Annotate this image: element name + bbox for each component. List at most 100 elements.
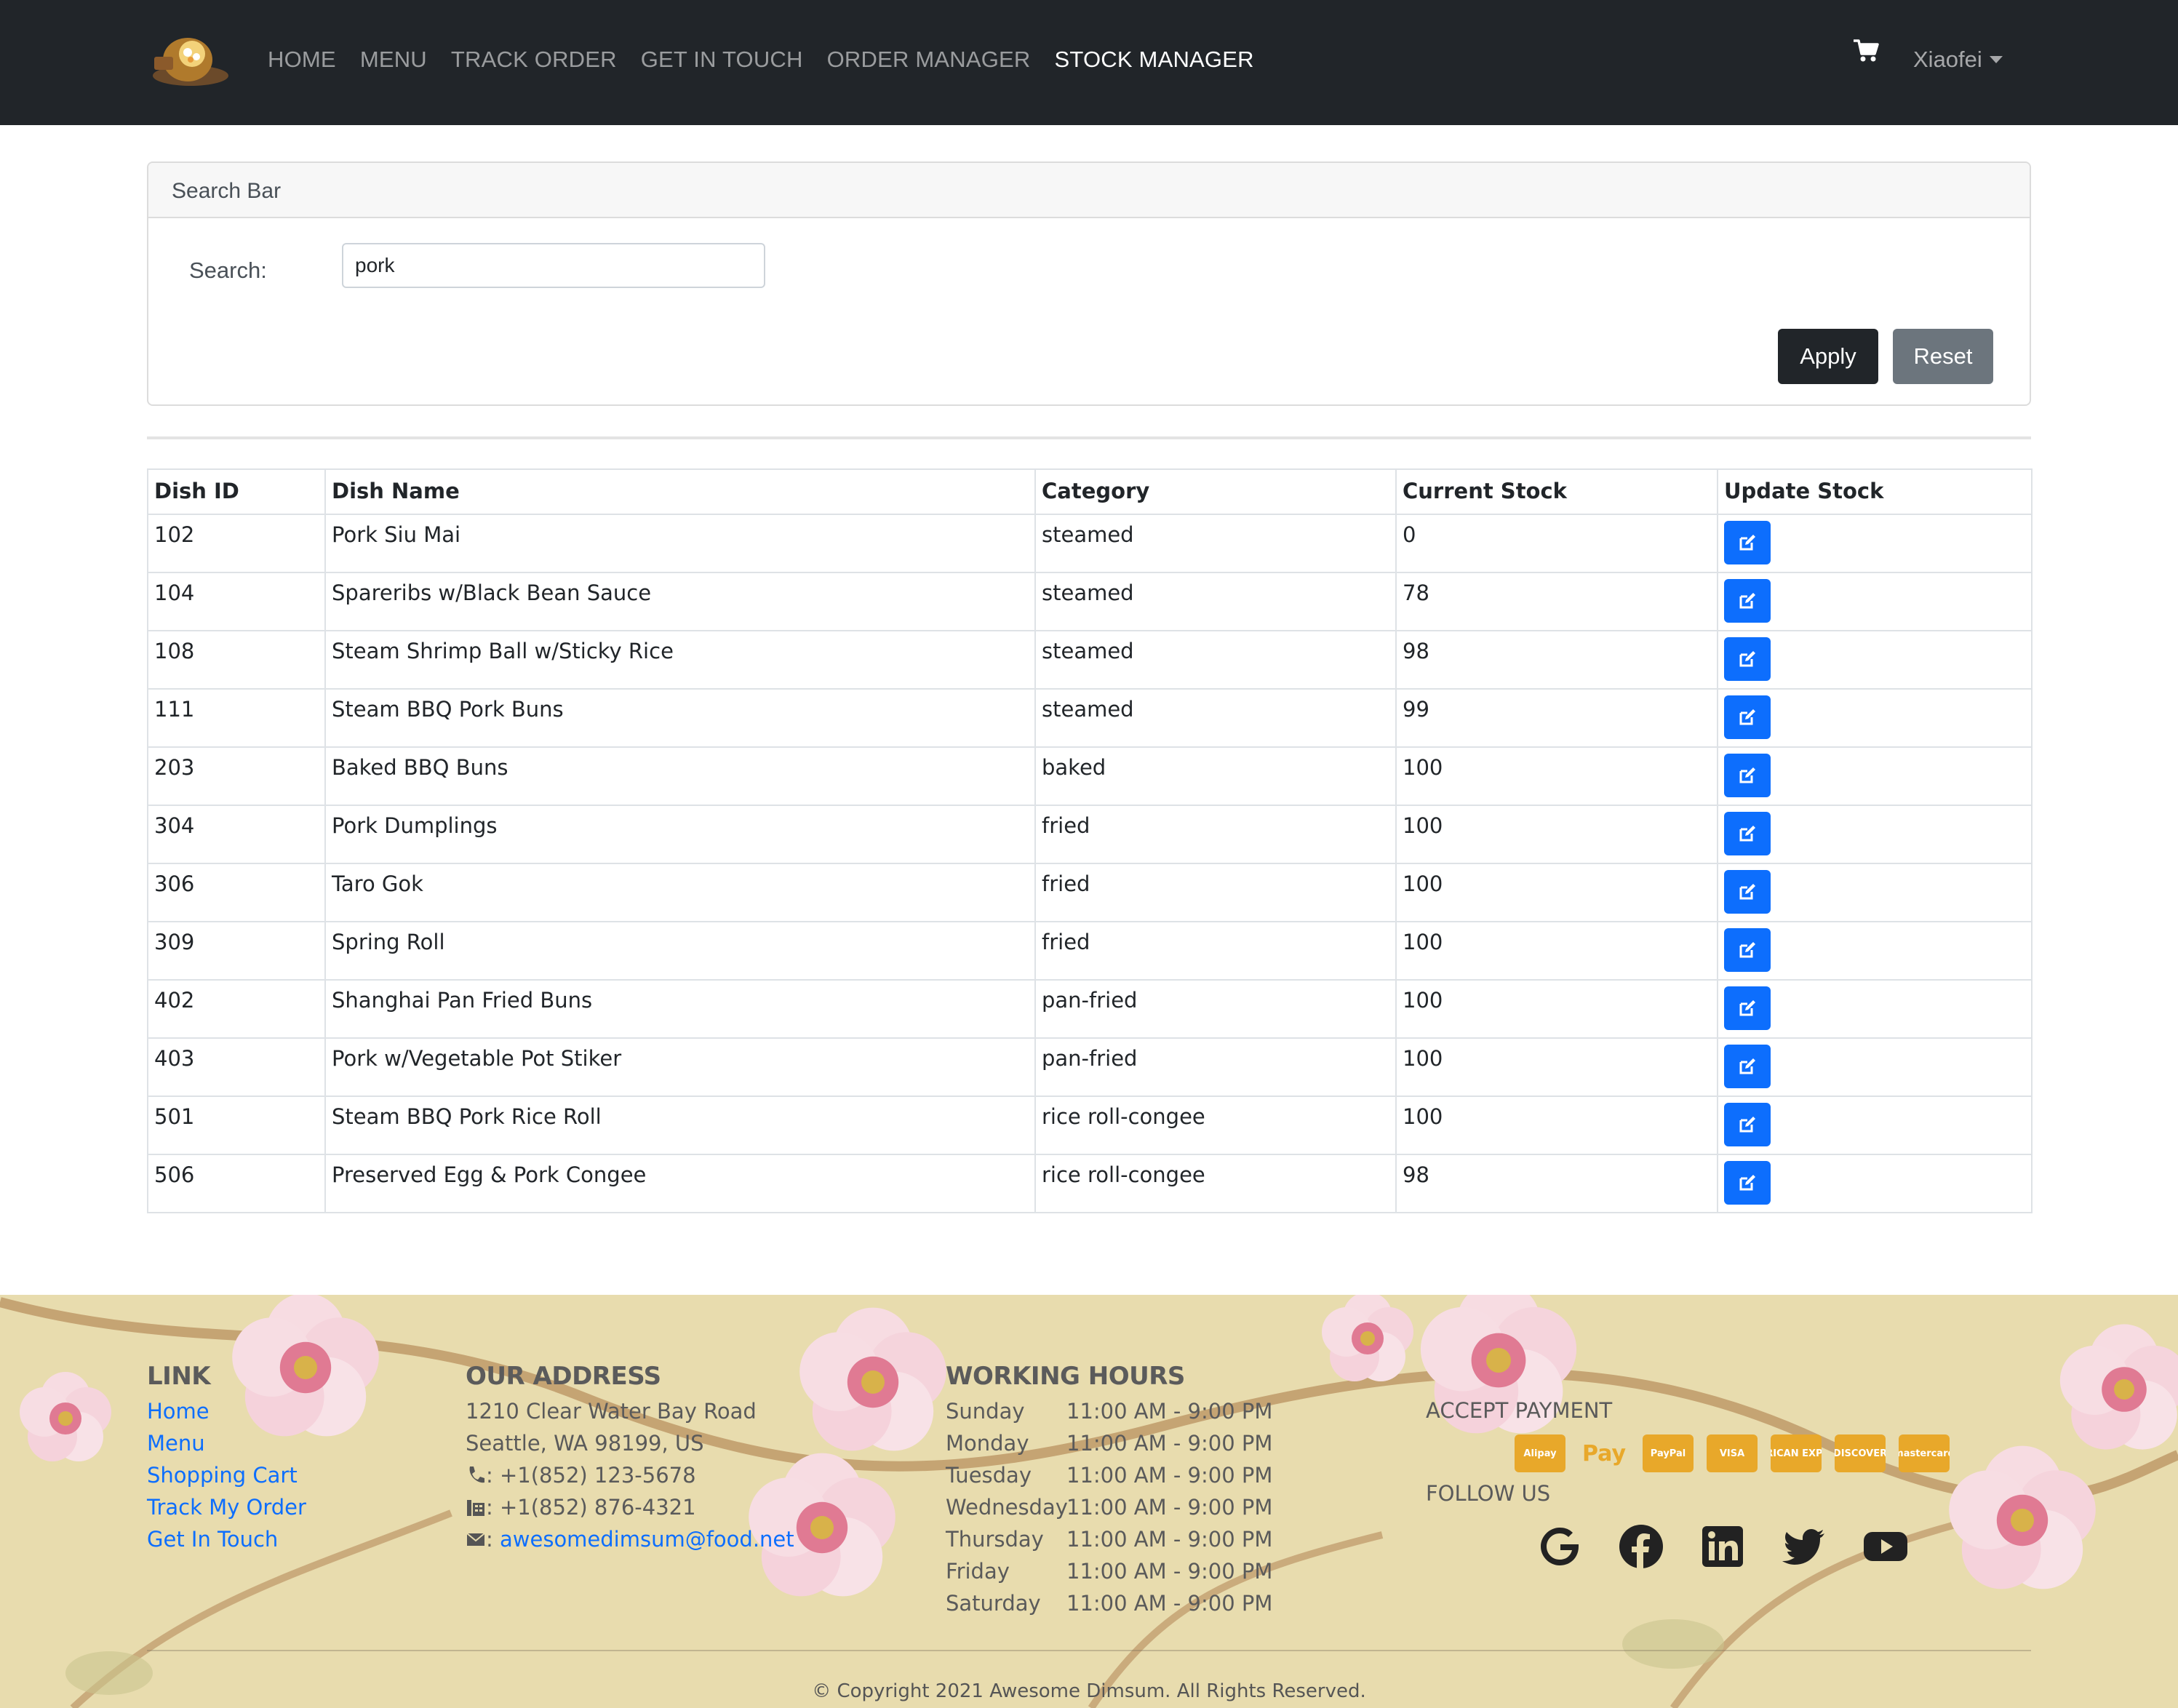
table-row: 102 Pork Siu Mai steamed 0 (147, 514, 2033, 573)
edit-stock-button[interactable] (1724, 579, 1771, 623)
user-dropdown[interactable]: Xiaofei (1913, 47, 2003, 73)
fax-icon (467, 1500, 484, 1516)
dish-id: 111 (147, 688, 326, 748)
phone-line: : +1(852) 123-5678 (466, 1459, 794, 1491)
copyright: © Copyright 2021 Awesome Dimsum. All Rig… (812, 1680, 1366, 1702)
footer-link-shopping-cart[interactable]: Shopping Cart (147, 1459, 306, 1491)
alipay-icon: Alipay (1515, 1434, 1565, 1472)
edit-stock-button[interactable] (1724, 812, 1771, 855)
footer-link-menu[interactable]: Menu (147, 1427, 306, 1459)
google-icon[interactable] (1536, 1523, 1583, 1570)
pay-icon: Pay (1581, 1440, 1627, 1466)
nav-link-menu[interactable]: MENU (360, 47, 427, 73)
current-stock: 100 (1395, 1037, 1718, 1097)
update-stock-cell (1717, 1154, 2033, 1213)
current-stock: 100 (1395, 805, 1718, 864)
dish-name: Preserved Egg & Pork Congee (324, 1154, 1036, 1213)
nav-link-order-manager[interactable]: ORDER MANAGER (827, 47, 1031, 73)
footer-link-home[interactable]: Home (147, 1395, 306, 1427)
email-link[interactable]: awesomedimsum@food.net (500, 1527, 794, 1552)
search-input[interactable] (342, 243, 765, 288)
facebook-icon[interactable] (1618, 1523, 1664, 1570)
dish-name: Shanghai Pan Fried Buns (324, 979, 1036, 1039)
dish-name: Pork Dumplings (324, 805, 1036, 864)
edit-icon (1737, 823, 1758, 844)
table-row: 203 Baked BBQ Buns baked 100 (147, 746, 2033, 806)
phone-icon (469, 1466, 484, 1483)
edit-stock-button[interactable] (1724, 754, 1771, 797)
twitter-icon[interactable] (1781, 1523, 1827, 1570)
nav-link-get-in-touch[interactable]: GET IN TOUCH (641, 47, 803, 73)
current-stock: 0 (1395, 514, 1718, 573)
hours-time: 11:00 AM - 9:00 PM (1066, 1591, 1273, 1616)
dish-category: baked (1034, 746, 1397, 806)
edit-stock-button[interactable] (1724, 1103, 1771, 1146)
edit-stock-button[interactable] (1724, 986, 1771, 1030)
search-card: Search Bar Search: Apply Reset (147, 161, 2031, 406)
update-stock-cell (1717, 979, 2033, 1039)
dish-id: 102 (147, 514, 326, 573)
edit-stock-button[interactable] (1724, 870, 1771, 914)
youtube-icon[interactable] (1862, 1523, 1909, 1570)
table-row: 403 Pork w/Vegetable Pot Stiker pan-fried 1… (147, 1037, 2033, 1097)
edit-stock-button[interactable] (1724, 1045, 1771, 1088)
edit-icon (1737, 940, 1758, 960)
dish-id: 402 (147, 979, 326, 1039)
edit-icon (1737, 998, 1758, 1018)
dish-id: 309 (147, 921, 326, 981)
dish-category: rice roll-congee (1034, 1154, 1397, 1213)
edit-icon (1737, 649, 1758, 669)
dimsum-logo[interactable] (147, 32, 231, 93)
nav-link-stock-manager[interactable]: STOCK MANAGER (1055, 47, 1254, 73)
footer-hours-heading: WORKING HOURS (946, 1362, 1185, 1391)
hours-row: Sunday 11:00 AM - 9:00 PM (946, 1395, 1272, 1427)
update-stock-cell (1717, 514, 2033, 573)
current-stock: 98 (1395, 1154, 1718, 1213)
nav-link-home[interactable]: HOME (268, 47, 336, 73)
dish-id: 304 (147, 805, 326, 864)
edit-stock-button[interactable] (1724, 928, 1771, 972)
dish-name: Taro Gok (324, 863, 1036, 922)
edit-icon (1737, 1173, 1758, 1193)
linkedin-icon[interactable] (1699, 1523, 1746, 1570)
hours-time: 11:00 AM - 9:00 PM (1066, 1495, 1273, 1520)
hours-day: Sunday (946, 1399, 1025, 1424)
edit-icon (1737, 707, 1758, 727)
dish-id: 501 (147, 1096, 326, 1155)
dish-category: steamed (1034, 514, 1397, 573)
dish-id: 506 (147, 1154, 326, 1213)
email-line: : awesomedimsum@food.net (466, 1523, 794, 1555)
update-stock-cell (1717, 572, 2033, 631)
footer-follow-heading: FOLLOW US (1426, 1481, 1551, 1506)
reset-button[interactable]: Reset (1893, 329, 1993, 384)
footer-payment-heading: ACCEPT PAYMENT (1426, 1398, 1613, 1423)
apply-button[interactable]: Apply (1778, 329, 1878, 384)
table-row: 111 Steam BBQ Pork Buns steamed 99 (147, 688, 2033, 748)
footer-link-track-my-order[interactable]: Track My Order (147, 1491, 306, 1523)
edit-stock-button[interactable] (1724, 521, 1771, 564)
footer-link-get-in-touch[interactable]: Get In Touch (147, 1523, 306, 1555)
nav-link-track-order[interactable]: TRACK ORDER (451, 47, 617, 73)
dish-name: Spring Roll (324, 921, 1036, 981)
hours-day: Monday (946, 1431, 1029, 1456)
current-stock: 100 (1395, 1096, 1718, 1155)
edit-stock-button[interactable] (1724, 1161, 1771, 1205)
hours-time: 11:00 AM - 9:00 PM (1066, 1527, 1273, 1552)
dish-category: fried (1034, 863, 1397, 922)
stock-table: Dish ID Dish Name Category Current Stock Upd… (147, 468, 2033, 1213)
shopping-cart-icon[interactable] (1852, 38, 1880, 63)
visa-icon: VISA (1707, 1434, 1758, 1472)
dish-category: steamed (1034, 572, 1397, 631)
table-row: 506 Preserved Egg & Pork Congee rice roll-… (147, 1154, 2033, 1213)
caret-down-icon (1989, 56, 2003, 63)
edit-icon (1737, 532, 1758, 553)
dish-id: 306 (147, 863, 326, 922)
current-stock: 100 (1395, 979, 1718, 1039)
dish-name: Baked BBQ Buns (324, 746, 1036, 806)
table-row: 304 Pork Dumplings fried 100 (147, 805, 2033, 864)
hours-row: Saturday 11:00 AM - 9:00 PM (946, 1587, 1272, 1619)
edit-stock-button[interactable] (1724, 637, 1771, 681)
edit-stock-button[interactable] (1724, 695, 1771, 739)
current-stock: 100 (1395, 921, 1718, 981)
dish-category: steamed (1034, 688, 1397, 748)
